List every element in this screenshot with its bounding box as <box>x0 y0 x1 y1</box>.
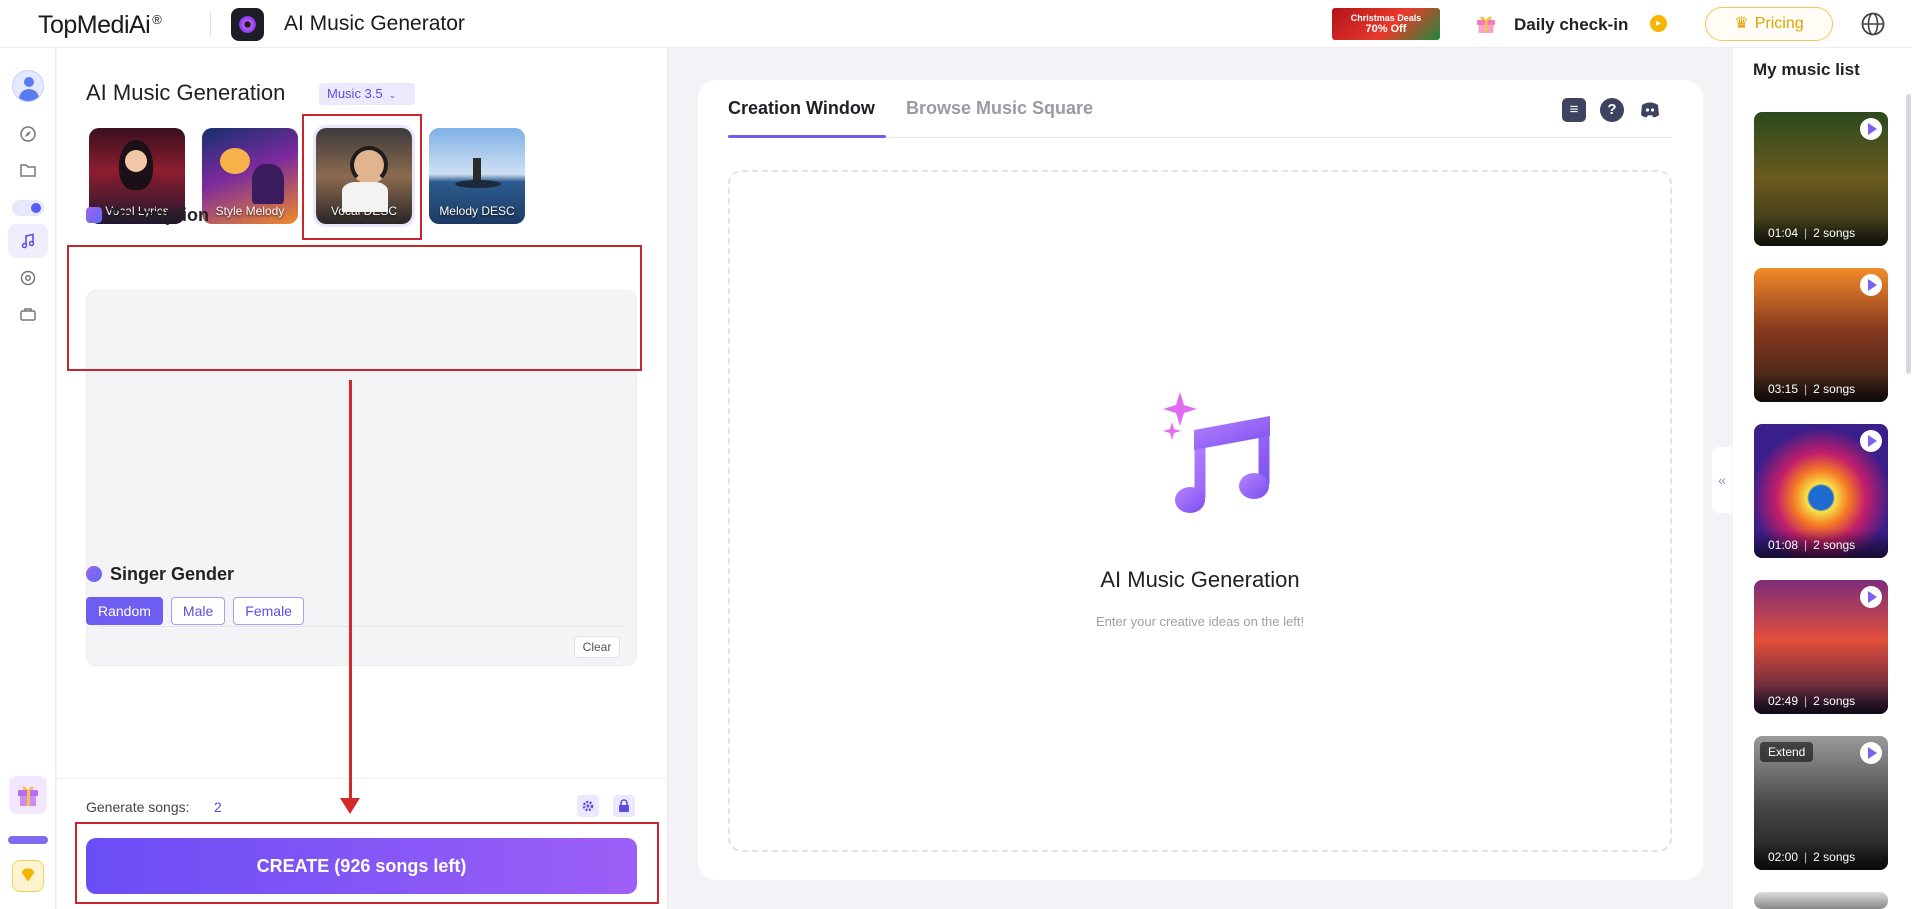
settings-icon[interactable] <box>577 795 599 817</box>
crown-icon: ♛ <box>1734 15 1749 32</box>
tab-creation-window[interactable]: Creation Window <box>728 98 875 119</box>
record-icon[interactable] <box>18 268 38 288</box>
generate-songs-label: Generate songs: <box>86 799 190 815</box>
discord-icon[interactable] <box>1638 98 1662 122</box>
panel-title: AI Music Generation <box>86 80 286 105</box>
toolbox-icon[interactable] <box>18 304 38 324</box>
gift-icon <box>18 786 38 806</box>
empty-state-title: AI Music Generation <box>1100 567 1300 592</box>
globe-icon[interactable] <box>1860 11 1886 37</box>
diamond-icon <box>21 868 35 882</box>
play-icon[interactable] <box>1860 586 1882 608</box>
music-card[interactable]: 01:08 | 2 songs <box>1754 424 1888 558</box>
gender-female-button[interactable]: Female <box>233 597 304 625</box>
vip-diamond-button[interactable] <box>12 860 44 892</box>
gender-random-button[interactable]: Random <box>86 597 163 625</box>
lock-icon[interactable] <box>613 795 635 817</box>
singer-gender-heading: Singer Gender <box>86 564 234 585</box>
mode-card-style-melody[interactable]: Style Melody <box>202 128 298 224</box>
task-list-icon[interactable]: ≡ <box>1562 98 1586 122</box>
rail-progress-bar <box>8 836 48 844</box>
collapse-sidebar-button[interactable]: « <box>1712 447 1732 513</box>
topmediai-logo[interactable]: TopMediAi ® <box>38 11 162 40</box>
description-divider <box>99 626 624 627</box>
description-heading: Description <box>86 205 209 226</box>
mode-card-vocal-desc[interactable]: Vocal DESC <box>313 125 415 227</box>
music-card[interactable]: 01:04 | 2 songs <box>1754 112 1888 246</box>
music-card[interactable]: 02:49 | 2 songs <box>1754 580 1888 714</box>
left-icon-rail <box>0 48 56 909</box>
clear-button[interactable]: Clear <box>574 636 620 658</box>
music-list-title: My music list <box>1753 60 1860 79</box>
play-icon[interactable] <box>1860 274 1882 296</box>
app-icon <box>231 8 264 41</box>
pricing-button[interactable]: ♛ Pricing <box>1705 7 1833 41</box>
create-button[interactable]: CREATE (926 songs left) <box>86 838 637 894</box>
creation-window-dropzone: AI Music Generation Enter your creative … <box>728 170 1672 852</box>
tab-browse-music-square[interactable]: Browse Music Square <box>906 98 1093 119</box>
coin-icon: ▸ <box>1650 15 1667 32</box>
creation-area: Creation Window Browse Music Square ≡ ? … <box>698 80 1703 880</box>
music-list-sidebar: My music list 01:04 | 2 songs 03:15 | 2 song… <box>1733 48 1912 909</box>
generation-panel: AI Music Generation Music 3.5 ⌄ Vocal Lyr… <box>57 48 668 909</box>
header-divider <box>210 12 211 36</box>
music-note-icon[interactable] <box>18 231 38 251</box>
sparkle-icon <box>1163 392 1197 426</box>
chevron-down-icon: ⌄ <box>388 90 397 100</box>
christmas-promo-banner[interactable]: Christmas Deals 70% Off <box>1332 8 1440 40</box>
music-card[interactable] <box>1754 892 1888 909</box>
daily-checkin-link[interactable]: Daily check-in <box>1514 15 1628 35</box>
gift-icon[interactable] <box>1475 12 1497 34</box>
explore-icon[interactable] <box>18 124 38 144</box>
annotation-arrow-head <box>340 798 360 814</box>
gender-male-button[interactable]: Male <box>170 597 226 625</box>
top-header: TopMediAi ® AI Music Generator Christmas … <box>0 0 1912 48</box>
generate-songs-count: 2 <box>214 799 222 815</box>
active-tab-indicator <box>728 135 886 138</box>
folder-icon[interactable] <box>18 160 38 180</box>
mode-card-melody-desc[interactable]: Melody DESC <box>429 128 525 224</box>
music-card[interactable]: Extend 02:00 | 2 songs <box>1754 736 1888 870</box>
help-icon[interactable]: ? <box>1600 98 1624 122</box>
annotation-arrow-line <box>349 380 352 800</box>
play-icon[interactable] <box>1860 118 1882 140</box>
music-note-icon <box>1163 392 1270 513</box>
version-dropdown[interactable]: Music 3.5 ⌄ <box>319 83 415 105</box>
app-title: AI Music Generator <box>284 12 465 35</box>
singer-icon <box>86 566 102 582</box>
gender-options: Random Male Female <box>86 597 312 625</box>
user-avatar[interactable] <box>12 70 44 102</box>
music-card[interactable]: 03:15 | 2 songs <box>1754 268 1888 402</box>
mode-toggle[interactable] <box>12 200 44 216</box>
panel-footer: Generate songs: 2 CREATE (926 songs left… <box>57 778 667 909</box>
empty-state-subtitle: Enter your creative ideas on the left! <box>1095 614 1305 629</box>
edit-note-icon <box>86 207 102 223</box>
play-icon[interactable] <box>1860 742 1882 764</box>
music-list-scrollbar[interactable] <box>1906 94 1911 374</box>
play-icon[interactable] <box>1860 430 1882 452</box>
rail-gift-button[interactable] <box>9 776 47 814</box>
extend-badge: Extend <box>1760 742 1814 762</box>
